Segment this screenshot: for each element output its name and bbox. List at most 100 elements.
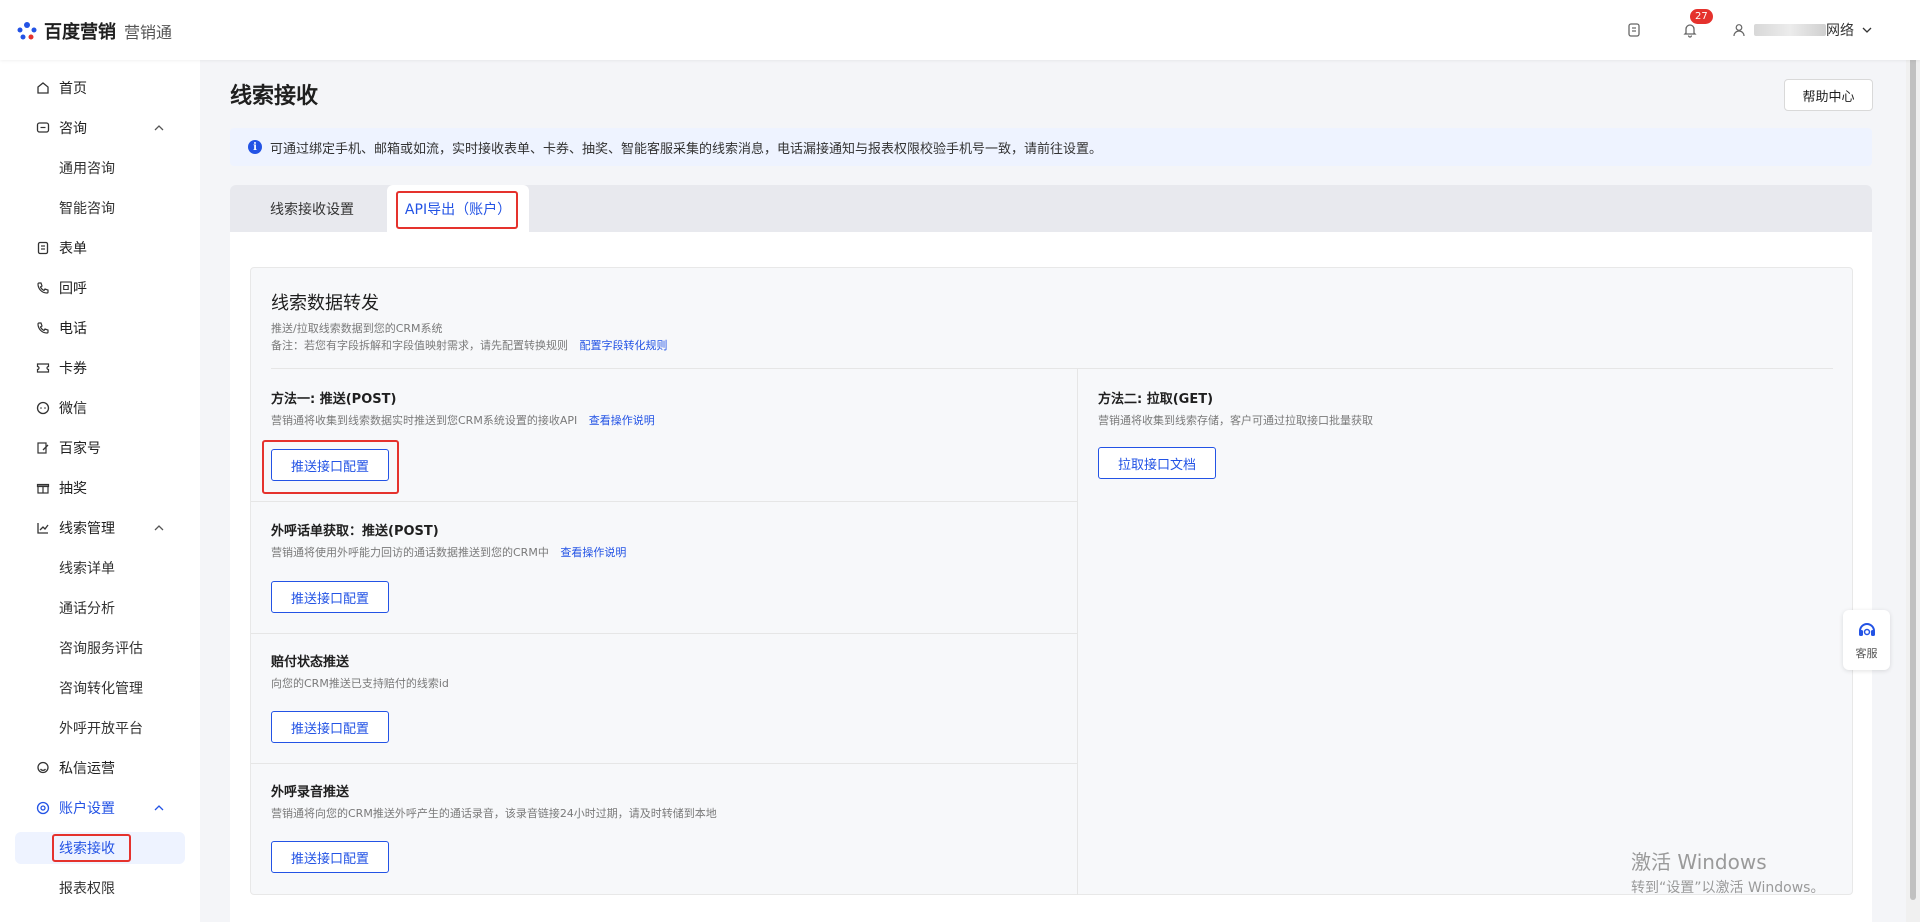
sidebar-item-consult-conversion[interactable]: 咨询转化管理 [15,672,185,704]
card-remark-text: 备注：若您有字段拆解和字段值映射需求，请先配置转换规则 [271,339,568,352]
sidebar-item-smart-consult[interactable]: 智能咨询 [15,192,185,224]
windows-activation-watermark: 激活 Windows 转到“设置”以激活 Windows。 [1631,846,1824,897]
sidebar-item-form[interactable]: 表单 [15,232,185,264]
sidebar-item-general-consult[interactable]: 通用咨询 [15,152,185,184]
sidebar-item-call-analysis[interactable]: 通话分析 [15,592,185,624]
logo[interactable]: 百度营销 营销通 [16,18,172,44]
sidebar-item-consult-evaluation[interactable]: 咨询服务评估 [15,632,185,664]
sidebar-item-private-message[interactable]: 私信运营 [15,752,185,784]
sidebar-item-label: 私信运营 [59,761,115,777]
sidebar-item-lead-details[interactable]: 线索详单 [15,552,185,584]
sidebar-item-home[interactable]: 首页 [15,72,185,104]
compensation-push-config-button[interactable]: 推送接口配置 [271,711,389,743]
user-icon [1733,24,1745,37]
recording-push-config-button[interactable]: 推送接口配置 [271,841,389,873]
home-icon [35,80,51,96]
sidebar-item-lottery[interactable]: 抽奖 [15,472,185,504]
method2-desc: 营销通将收集到线索存储，客户可通过拉取接口批量获取 [1098,414,1373,427]
method1-title: 方法一: 推送(POST) [271,392,397,407]
method1-guide-link[interactable]: 查看操作说明 [589,414,655,427]
chat-icon [35,120,51,136]
sidebar-item-report-permission[interactable]: 报表权限 [15,872,185,904]
card-description: 推送/拉取线索数据到您的CRM系统 [271,322,443,335]
form-icon [35,240,51,256]
customer-service-button[interactable]: 客服 [1843,610,1890,670]
sidebar-item-outbound-platform[interactable]: 外呼开放平台 [15,712,185,744]
outbound-push-config-button[interactable]: 推送接口配置 [271,581,389,613]
method1-desc-text: 营销通将收集到线索数据实时推送到您CRM系统设置的接收API [271,414,578,427]
compensation-push-title: 赔付状态推送 [271,655,350,670]
sidebar-item-wechat[interactable]: 微信 [15,392,185,424]
divider [251,501,1077,502]
chevron-up-icon [154,125,164,131]
gift-icon [35,480,51,496]
sidebar-item-label: 回呼 [59,281,87,297]
chevron-up-icon [154,525,164,531]
lead-forward-card [250,267,1853,895]
document-icon[interactable] [1620,16,1648,44]
info-notice: i 可通过绑定手机、邮箱或如流，实时接收表单、卡券、抽奖、智能客服采集的线索消息… [230,128,1872,166]
outbound-call-guide-link[interactable]: 查看操作说明 [560,546,626,559]
user-name-blurred [1754,24,1826,36]
outbound-call-push-desc-text: 营销通将使用外呼能力回访的通话数据推送到您的CRM中 [271,546,549,559]
phone-icon [35,320,51,336]
card-title: 线索数据转发 [271,293,379,314]
sidebar-item-label: 账户设置 [59,801,115,817]
top-bar: 百度营销 营销通 27 网络 [0,0,1920,60]
divider [1077,369,1078,895]
sidebar-item-account-settings[interactable]: 账户设置 [15,792,185,824]
sidebar-item-label: 咨询 [59,121,87,137]
chart-icon [35,520,51,536]
divider [251,763,1077,764]
sidebar-item-callback[interactable]: 回呼 [15,272,185,304]
bell-icon[interactable]: 27 [1676,9,1713,44]
sidebar-item-label: 首页 [59,81,87,97]
message-icon [35,760,51,776]
outbound-call-push-desc: 营销通将使用外呼能力回访的通话数据推送到您的CRM中 查看操作说明 [271,544,626,560]
product-name: 营销通 [124,23,173,42]
callback-icon [35,280,51,296]
coupon-icon [35,360,51,376]
sidebar-item-label: 微信 [59,401,87,417]
sidebar-item-label: 线索管理 [59,521,115,537]
sidebar-item-label: 卡券 [59,361,87,377]
sidebar-item-consult[interactable]: 咨询 [15,112,185,144]
divider [271,368,1833,369]
wechat-icon [35,400,51,416]
baidu-logo-icon [16,20,38,42]
user-menu[interactable]: 网络 [1732,20,1872,40]
page-title: 线索接收 [230,84,319,109]
highlight-box-sidebar [52,834,131,862]
outbound-call-push-title: 外呼话单获取：推送(POST) [271,524,439,539]
sidebar: 首页 咨询 通用咨询 智能咨询 表单 回呼 电话 卡券 微信 百家号 抽奖 线索… [0,60,200,922]
watermark-line2: 转到“设置”以激活 Windows。 [1631,880,1825,896]
config-conversion-rules-link[interactable]: 配置字段转化规则 [580,339,668,352]
compensation-push-desc: 向您的CRM推送已支持赔付的线索id [271,677,449,690]
highlight-box-tab [396,191,518,229]
card-remark: 备注：若您有字段拆解和字段值映射需求，请先配置转换规则 配置字段转化规则 [271,337,668,353]
divider [251,633,1077,634]
sidebar-item-phone[interactable]: 电话 [15,312,185,344]
method2-title: 方法二: 拉取(GET) [1098,392,1214,407]
sidebar-item-label: 电话 [59,321,87,337]
scrollbar-thumb[interactable] [1910,20,1916,900]
recording-push-desc: 营销通将向您的CRM推送外呼产生的通话录音，该录音链接24小时过期，请及时转储到… [271,807,717,820]
sidebar-item-label: 百家号 [59,441,101,457]
sidebar-item-lead-management[interactable]: 线索管理 [15,512,185,544]
help-center-button[interactable]: 帮助中心 [1784,79,1873,111]
sidebar-item-baijiahao[interactable]: 百家号 [15,432,185,464]
settings-icon [35,800,51,816]
highlight-box-push-config [262,440,399,494]
tab-lead-receive-settings[interactable]: 线索接收设置 [247,185,377,232]
brand-name: 百度营销 [44,22,116,43]
watermark-line1: 激活 Windows [1631,850,1767,874]
sidebar-item-label: 抽奖 [59,481,87,497]
sidebar-item-coupon[interactable]: 卡券 [15,352,185,384]
notice-text: 可通过绑定手机、邮箱或如流，实时接收表单、卡券、抽奖、智能客服采集的线索消息，电… [270,141,1103,157]
customer-service-label: 客服 [1855,647,1878,660]
chevron-down-icon [1862,27,1872,33]
notification-badge: 27 [1690,9,1713,24]
page-scrollbar[interactable] [1906,0,1920,922]
pull-api-doc-button[interactable]: 拉取接口文档 [1098,447,1216,479]
edit-icon [35,440,51,456]
